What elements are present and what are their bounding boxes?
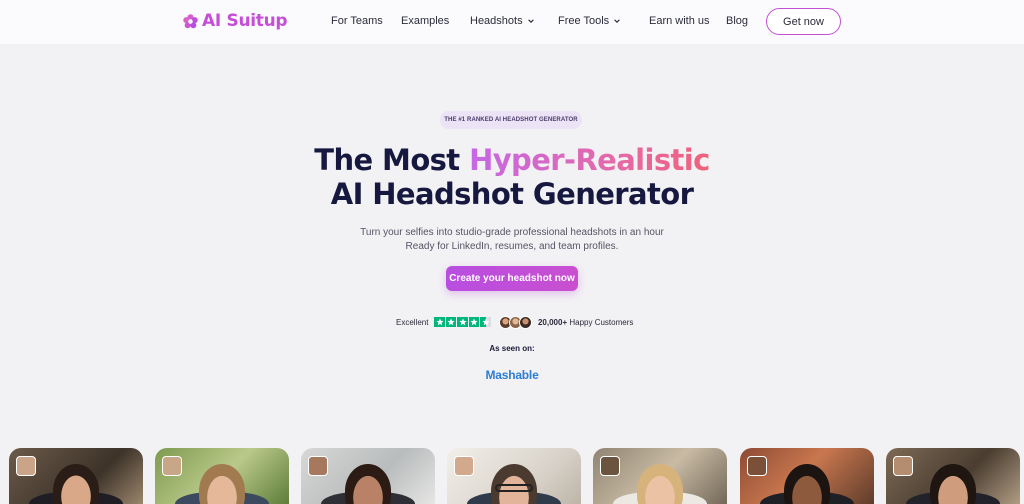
- headshot-card[interactable]: [447, 448, 581, 504]
- selfie-thumbnail: [308, 456, 328, 476]
- star-icon: [457, 316, 468, 328]
- nav-examples[interactable]: Examples: [401, 15, 449, 27]
- selfie-thumbnail: [747, 456, 767, 476]
- hero-subtitle-line1: Turn your selfies into studio-grade prof…: [360, 227, 664, 238]
- mashable-logo: Mashable: [485, 368, 539, 382]
- star-icon: [445, 316, 457, 328]
- logo[interactable]: AI Suitup: [183, 11, 288, 31]
- nav-free-tools-dropdown[interactable]: Free Tools: [558, 15, 621, 27]
- nav-label: Earn with us: [649, 15, 710, 27]
- customer-avatars: [498, 315, 532, 329]
- headshot-card[interactable]: [593, 448, 727, 504]
- hero-title-highlight: Hyper-Realistic: [469, 143, 710, 177]
- ranking-badge: THE #1 RANKED AI HEADSHOT GENERATOR: [440, 111, 582, 129]
- rating-row: Excellent 20,000+ Happy Customers: [396, 315, 633, 329]
- avatar: [518, 315, 532, 329]
- headshot-card[interactable]: [740, 448, 874, 504]
- nav-headshots-dropdown[interactable]: Headshots: [470, 15, 535, 27]
- selfie-thumbnail: [16, 456, 36, 476]
- headshot-face: [345, 464, 391, 504]
- nav-label: Free Tools: [558, 15, 610, 27]
- logo-text: AI Suitup: [202, 11, 288, 31]
- customers-count: 20,000+ Happy Customers: [538, 318, 633, 327]
- headshot-card[interactable]: [301, 448, 435, 504]
- logo-flower-icon: [183, 13, 198, 28]
- headshot-card[interactable]: [155, 448, 289, 504]
- selfie-thumbnail: [893, 456, 913, 476]
- nav-label: Examples: [401, 15, 450, 27]
- rating-word: Excellent: [396, 317, 429, 327]
- hero-title-line2: AI Headshot Generator: [330, 177, 694, 211]
- nav-blog[interactable]: Blog: [726, 15, 748, 27]
- create-headshot-button[interactable]: Create your headshot now: [446, 266, 578, 291]
- nav-earn-with-us[interactable]: Earn with us: [649, 15, 710, 27]
- headshot-examples-strip: [0, 448, 1024, 504]
- star-icon: [434, 316, 445, 328]
- headshot-card[interactable]: [9, 448, 143, 504]
- headshot-face: [53, 464, 99, 504]
- hero-title-part1: The Most: [314, 143, 470, 177]
- as-seen-on-label: As seen on:: [489, 344, 535, 353]
- headshot-face: [784, 464, 830, 504]
- top-navbar: AI Suitup For Teams Examples Headshots F…: [0, 0, 1024, 44]
- headshot-card[interactable]: [886, 448, 1020, 504]
- selfie-thumbnail: [454, 456, 474, 476]
- nav-for-teams[interactable]: For Teams: [331, 15, 383, 27]
- chevron-down-icon: [527, 19, 534, 23]
- headshot-face: [199, 464, 245, 504]
- half-star-icon: [480, 316, 491, 328]
- headshot-face: [930, 464, 976, 504]
- hero-title-line1: The Most Hyper-Realistic: [0, 143, 1024, 177]
- trustpilot-stars[interactable]: [434, 316, 491, 328]
- star-icon: [468, 316, 480, 328]
- hero-subtitle-line2: Ready for LinkedIn, resumes, and team pr…: [405, 241, 619, 252]
- customers-label: Happy Customers: [569, 317, 634, 327]
- customers-number: 20,000+: [537, 317, 568, 327]
- headshot-face: [637, 464, 683, 504]
- nav-label: Blog: [726, 15, 749, 27]
- selfie-thumbnail: [162, 456, 182, 476]
- get-now-button[interactable]: Get now: [766, 8, 841, 35]
- glasses: [495, 484, 533, 492]
- chevron-down-icon: [614, 19, 620, 23]
- selfie-thumbnail: [600, 456, 620, 476]
- nav-label: Headshots: [470, 15, 523, 27]
- nav-label: For Teams: [331, 15, 383, 27]
